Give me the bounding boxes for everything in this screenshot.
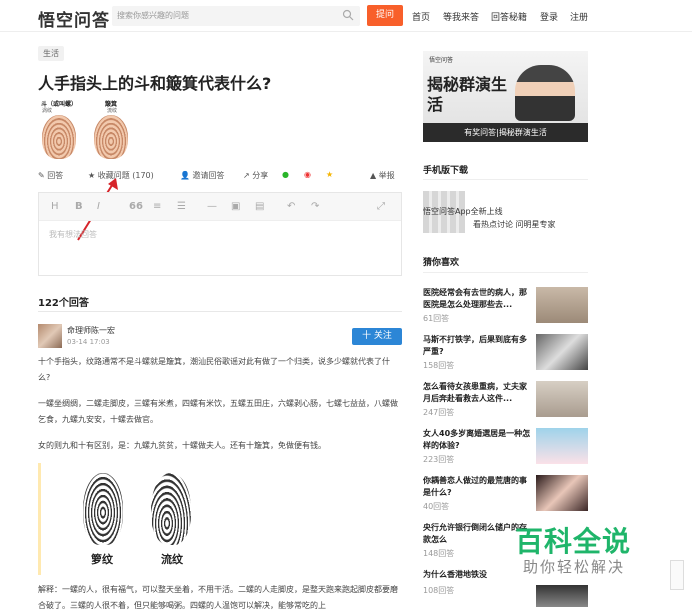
answer-editor[interactable]: H B I 66 ≡ ☰ — ▣ ▤ ↶ ↷ ⤢ 我有想法回答 (38, 192, 402, 276)
list-item-thumb[interactable] (536, 428, 588, 464)
star-icon[interactable]: ★ (326, 170, 333, 179)
fp-sub-loop: 流纹 (107, 108, 118, 114)
invite-action[interactable]: 👤 邀请回答 (180, 170, 225, 181)
editor-toolbar: H B I 66 ≡ ☰ — ▣ ▤ ↶ ↷ ⤢ (39, 193, 401, 221)
watermark-subtitle: 助你轻松解决 (523, 558, 626, 576)
search-placeholder: 搜索你感兴趣的问题 (117, 11, 189, 20)
list-item-title[interactable]: 为什么香港地铁没 (423, 569, 531, 581)
top-header: 悟空问答 搜索你感兴趣的问题 提问 首页 等我来答 回答秘籍 登录 注册 (0, 0, 692, 32)
image-button[interactable]: ▣ (231, 201, 240, 212)
answer-paragraph: 一螺坐绸绸，二螺走脚皮，三螺有米煮，四螺有米饮，五螺五田庄，六螺剥心肠，七螺七益… (38, 399, 398, 424)
question-tag[interactable]: 生活 (38, 46, 64, 61)
scroll-top-button[interactable] (670, 560, 684, 590)
list-item-thumb[interactable] (536, 287, 588, 323)
image-label-whorl: 箩纹 (91, 553, 113, 566)
divider-button[interactable]: — (207, 201, 217, 212)
answer-date: 03-14 17:03 (67, 338, 110, 346)
ordered-list-button[interactable]: ≡ (153, 201, 161, 212)
banner-title: 揭秘群演生活 (427, 75, 508, 114)
italic-button[interactable]: I (97, 201, 100, 212)
question-title: 人手指头上的斗和簸箕代表什么? (38, 74, 272, 93)
heading-button[interactable]: H (51, 201, 59, 212)
site-logo[interactable]: 悟空问答 (38, 6, 110, 31)
report-action[interactable]: ▲ 举报 (370, 170, 395, 181)
share-action[interactable]: ↗ 分享 (243, 170, 268, 181)
ask-button[interactable]: 提问 (367, 5, 403, 26)
question-image: 斗（或叫螺） 涡纹 簸箕 流纹 (38, 97, 134, 159)
list-item-count: 158回答 (423, 361, 455, 370)
search-box[interactable]: 搜索你感兴趣的问题 (112, 6, 360, 26)
share-label: 分享 (252, 171, 269, 180)
search-icon[interactable] (342, 9, 354, 21)
list-item-thumb[interactable] (536, 334, 588, 370)
nav-wait-answer[interactable]: 等我来答 (443, 10, 479, 23)
list-item-thumb[interactable] (536, 585, 588, 607)
fingerprint-loop (151, 473, 191, 545)
answer-paragraph: 女的则九和十有区别，是：九螺九贫贫，十螺做夫人。还有十簸箕，免做便有钱。 (38, 441, 326, 450)
list-item-count: 223回答 (423, 455, 455, 464)
nav-home[interactable]: 首页 (412, 10, 430, 23)
list-item-count: 40回答 (423, 502, 450, 511)
fp-sub-whorl: 涡纹 (42, 108, 53, 114)
list-item-count: 247回答 (423, 408, 455, 417)
guess-heading: 猜你喜欢 (423, 258, 460, 268)
fingerprint-whorl (42, 115, 76, 159)
report-label: 举报 (378, 171, 395, 180)
fingerprint-loop (94, 115, 128, 159)
nav-answer-tips[interactable]: 回答秘籍 (491, 10, 527, 23)
answer-label: 回答 (47, 171, 64, 180)
follow-button[interactable]: 十 关注 (352, 328, 402, 345)
list-item-title[interactable]: 怎么看待女孩患重病，丈夫家月后奔赴看救去人这件... (423, 381, 531, 405)
divider (38, 311, 402, 312)
download-heading: 手机版下载 (423, 166, 469, 176)
fullscreen-button[interactable]: ⤢ (377, 201, 385, 212)
list-item-thumb[interactable] (536, 381, 588, 417)
answer-paragraph: 解释：一螺的人，很有福气，可以整天坐着，不用干活。二螺的人走脚皮，是整天跑来跑起… (38, 585, 398, 610)
banner-caption: 有奖问答|揭秘群演生活 (423, 123, 588, 142)
divider (423, 179, 588, 180)
image-label-loop: 流纹 (161, 553, 183, 566)
sidebar-banner[interactable]: 悟空问答 揭秘群演生活 有奖问答|揭秘群演生活 (423, 51, 588, 142)
unordered-list-button[interactable]: ☰ (177, 201, 186, 212)
video-button[interactable]: ▤ (255, 201, 264, 212)
list-item-title[interactable]: 女人40多岁离婚選居是一种怎样的体验? (423, 428, 531, 452)
app-line-1: 悟空问答App全新上线 (423, 207, 503, 216)
quote-button[interactable]: 66 (129, 201, 143, 212)
list-item-count: 148回答 (423, 549, 455, 558)
fingerprint-whorl (83, 473, 123, 545)
banner-brand: 悟空问答 (429, 57, 454, 64)
list-item-title[interactable]: 马斯不打铁学，后果到底有多严重? (423, 334, 531, 358)
answer-image: 箩纹 流纹 (38, 463, 243, 575)
invite-label: 邀请回答 (192, 171, 225, 180)
banner-figure (515, 65, 575, 121)
editor-placeholder: 我有想法回答 (49, 230, 97, 239)
undo-button[interactable]: ↶ (287, 201, 295, 212)
list-item-title[interactable]: 医院经常会有去世的病人，那医院是怎么处理那些去... (423, 287, 531, 311)
list-item-title[interactable]: 你耦善恋人做过的最荒唐的事是什么? (423, 475, 531, 499)
divider (423, 272, 588, 273)
answer-action[interactable]: ✎ 回答 (38, 170, 63, 181)
watermark-title: 百科全说 (515, 525, 632, 558)
weibo-icon[interactable]: ◉ (304, 170, 311, 179)
avatar[interactable] (38, 324, 62, 348)
list-item-count: 108回答 (423, 586, 455, 595)
nav-register[interactable]: 注册 (570, 10, 588, 23)
app-line-2: 看热点讨论 问明星专家 (473, 220, 556, 229)
bold-button[interactable]: B (75, 201, 83, 212)
answer-paragraph: 十个手指头，纹路通常不是斗螺就是簸箕，潮汕民俗歌谣对此有做了一个归类，说多少螺就… (38, 357, 390, 382)
wechat-icon[interactable]: ● (282, 170, 289, 179)
redo-button[interactable]: ↷ (311, 201, 319, 212)
answer-count: 122个回答 (38, 298, 89, 309)
nav-login[interactable]: 登录 (540, 10, 558, 23)
list-item-thumb[interactable] (536, 475, 588, 511)
list-item-count: 61回答 (423, 314, 450, 323)
author-name[interactable]: 命理师陈一宏 (67, 325, 115, 336)
